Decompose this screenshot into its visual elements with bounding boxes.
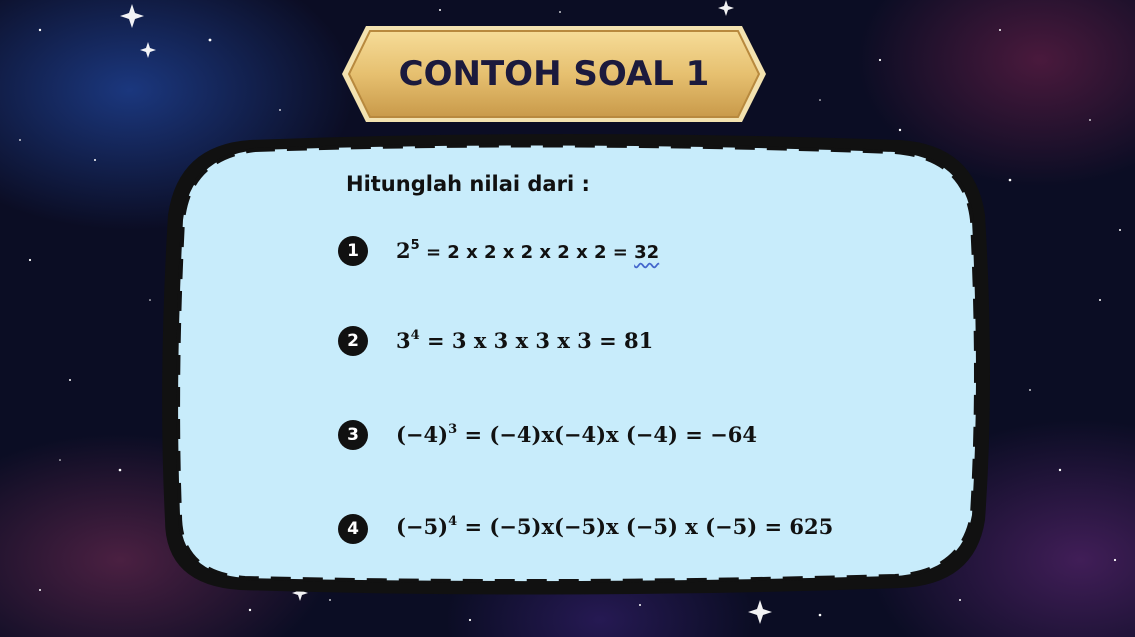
number-badge-4: 4 bbox=[338, 514, 368, 544]
number-badge-1: 1 bbox=[338, 236, 368, 266]
equation-1: 25 = 2 x 2 x 2 x 2 x 2 = 32 bbox=[396, 238, 659, 263]
number-badge-2: 2 bbox=[338, 326, 368, 356]
equation-4: (−5)4 = (−5)x(−5)x (−5) x (−5) = 625 bbox=[396, 514, 833, 539]
equation-1-base: 2 bbox=[396, 238, 411, 263]
equation-4-exponent: 4 bbox=[448, 514, 458, 529]
equation-1-result: 32 bbox=[634, 242, 660, 263]
equation-2: 34 = 3 x 3 x 3 x 3 = 81 bbox=[396, 328, 653, 353]
equation-4-base: (−5) bbox=[396, 514, 449, 539]
equation-2-base: 3 bbox=[396, 328, 411, 353]
equation-4-expansion: = (−5)x(−5)x (−5) x (−5) = 625 bbox=[464, 514, 834, 539]
equation-3-expansion: = (−4)x(−4)x (−4) = −64 bbox=[464, 422, 757, 447]
number-badge-3: 3 bbox=[338, 420, 368, 450]
page-title: CONTOH SOAL 1 bbox=[398, 54, 710, 94]
equation-1-exponent: 5 bbox=[410, 238, 420, 253]
equation-3-exponent: 3 bbox=[448, 422, 458, 437]
equation-3: (−4)3 = (−4)x(−4)x (−4) = −64 bbox=[396, 422, 757, 447]
question-intro: Hitunglah nilai dari : bbox=[346, 172, 590, 196]
equation-2-expansion: = 3 x 3 x 3 x 3 = 81 bbox=[426, 328, 654, 353]
equation-2-exponent: 4 bbox=[410, 328, 420, 343]
equation-1-expansion: = 2 x 2 x 2 x 2 x 2 = bbox=[425, 242, 628, 263]
equation-3-base: (−4) bbox=[396, 422, 449, 447]
